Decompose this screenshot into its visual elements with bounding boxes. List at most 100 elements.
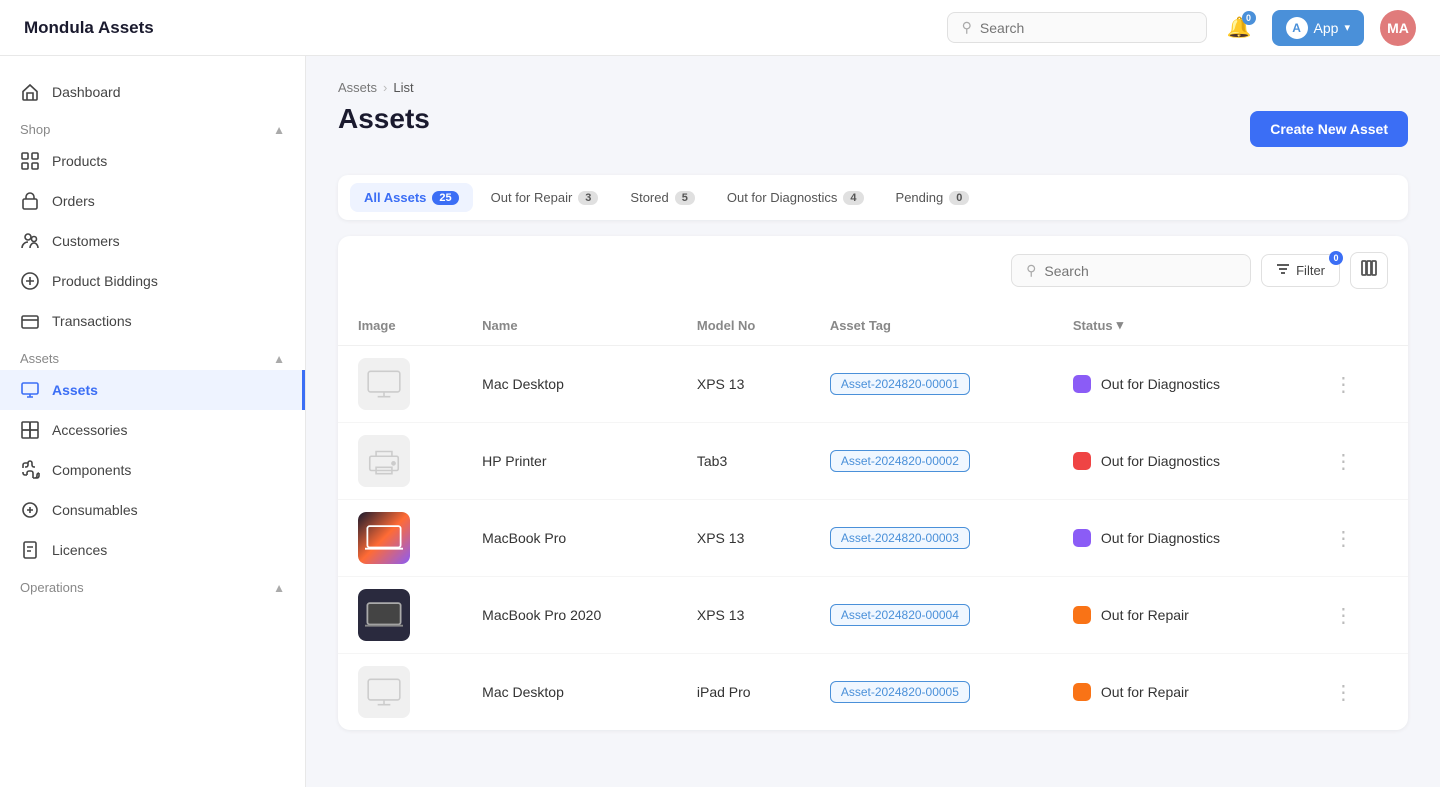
table-row: MacBook Pro 2020 XPS 13 Asset-2024820-00… <box>338 577 1408 654</box>
columns-button[interactable] <box>1350 252 1388 289</box>
sidebar-item-components[interactable]: Components <box>0 450 305 490</box>
user-avatar[interactable]: MA <box>1380 10 1416 46</box>
table-row: MacBook Pro XPS 13 Asset-2024820-00003 O… <box>338 500 1408 577</box>
sidebar-section-shop: Shop ▲ <box>0 112 305 141</box>
asset-thumbnail <box>358 589 410 641</box>
tab-pending[interactable]: Pending 0 <box>882 183 984 212</box>
cell-model: XPS 13 <box>677 577 810 654</box>
asset-thumbnail <box>358 512 410 564</box>
asset-table: Image Name Model No Asset Tag Status ▾ <box>338 305 1408 730</box>
cell-tag: Asset-2024820-00001 <box>810 346 1053 423</box>
table-search-icon: ⚲ <box>1026 262 1036 279</box>
row-more-button[interactable]: ⋮ <box>1325 522 1361 555</box>
sidebar-item-licences-label: Licences <box>52 542 107 558</box>
global-search-input[interactable] <box>980 20 1192 36</box>
main-content: Assets › List Assets Create New Asset Al… <box>306 56 1440 787</box>
table-toolbar: ⚲ Filter 0 <box>338 236 1408 305</box>
global-search-bar[interactable]: ⚲ <box>947 12 1207 43</box>
sidebar-item-components-label: Components <box>52 462 131 478</box>
top-bar: Mondula Assets ⚲ 🔔 0 A App ▾ MA <box>0 0 1440 56</box>
sidebar-item-product-biddings[interactable]: Product Biddings <box>0 261 305 301</box>
breadcrumb: Assets › List <box>338 80 1408 95</box>
cell-actions: ⋮ <box>1305 423 1408 500</box>
sidebar-item-products[interactable]: Products <box>0 141 305 181</box>
asset-thumbnail <box>358 666 410 718</box>
sidebar-item-orders[interactable]: Orders <box>0 181 305 221</box>
page-title: Assets <box>338 103 430 135</box>
tab-all-assets[interactable]: All Assets 25 <box>350 183 473 212</box>
notification-button[interactable]: 🔔 0 <box>1223 11 1256 44</box>
status-dot <box>1073 529 1091 547</box>
cell-model: Tab3 <box>677 423 810 500</box>
tab-all-assets-badge: 25 <box>432 191 458 205</box>
sidebar-item-accessories-label: Accessories <box>52 422 127 438</box>
sidebar-item-assets[interactable]: Assets <box>0 370 305 410</box>
status-dot <box>1073 683 1091 701</box>
col-status-label: Status <box>1073 318 1113 333</box>
app-switcher-button[interactable]: A App ▾ <box>1272 10 1364 46</box>
sidebar-item-product-biddings-label: Product Biddings <box>52 273 158 289</box>
status-cell: Out for Diagnostics <box>1073 452 1285 470</box>
row-more-button[interactable]: ⋮ <box>1325 368 1361 401</box>
operations-chevron-icon: ▲ <box>273 581 285 595</box>
table-row: HP Printer Tab3 Asset-2024820-00002 Out … <box>338 423 1408 500</box>
filter-count-badge: 0 <box>1329 251 1343 265</box>
tab-all-assets-label: All Assets <box>364 190 426 205</box>
cell-tag: Asset-2024820-00002 <box>810 423 1053 500</box>
row-more-button[interactable]: ⋮ <box>1325 599 1361 632</box>
status-cell: Out for Repair <box>1073 683 1285 701</box>
cell-status: Out for Diagnostics <box>1053 346 1305 423</box>
filter-icon <box>1276 262 1290 279</box>
status-dot <box>1073 375 1091 393</box>
sidebar-item-customers[interactable]: Customers <box>0 221 305 261</box>
puzzle-icon <box>20 460 40 480</box>
sidebar-item-transactions[interactable]: Transactions <box>0 301 305 341</box>
asset-tag-pill: Asset-2024820-00002 <box>830 450 970 472</box>
grid-icon <box>20 151 40 171</box>
tab-stored-label: Stored <box>630 190 668 205</box>
sidebar-item-consumables[interactable]: Consumables <box>0 490 305 530</box>
tab-out-for-diagnostics-badge: 4 <box>843 191 863 205</box>
tab-stored[interactable]: Stored 5 <box>616 183 708 212</box>
sidebar-item-licences[interactable]: Licences <box>0 530 305 570</box>
row-more-button[interactable]: ⋮ <box>1325 676 1361 709</box>
breadcrumb-current: List <box>393 80 413 95</box>
cell-model: XPS 13 <box>677 346 810 423</box>
shop-section-label: Shop <box>20 122 50 137</box>
sidebar-item-dashboard[interactable]: Dashboard <box>0 72 305 112</box>
tab-out-for-diagnostics[interactable]: Out for Diagnostics 4 <box>713 183 878 212</box>
table-search-bar[interactable]: ⚲ <box>1011 254 1251 287</box>
table-search-input[interactable] <box>1044 263 1236 279</box>
table-header-row: Image Name Model No Asset Tag Status ▾ <box>338 305 1408 346</box>
col-actions <box>1305 305 1408 346</box>
asset-tag-pill: Asset-2024820-00001 <box>830 373 970 395</box>
cell-name: Mac Desktop <box>462 346 677 423</box>
sidebar-item-transactions-label: Transactions <box>52 313 132 329</box>
status-cell: Out for Diagnostics <box>1073 375 1285 393</box>
asset-table-container: ⚲ Filter 0 <box>338 236 1408 730</box>
col-model: Model No <box>677 305 810 346</box>
shop-chevron-icon: ▲ <box>273 123 285 137</box>
cell-tag: Asset-2024820-00003 <box>810 500 1053 577</box>
status-label: Out for Repair <box>1101 684 1189 700</box>
cell-status: Out for Repair <box>1053 654 1305 731</box>
col-name: Name <box>462 305 677 346</box>
col-tag: Asset Tag <box>810 305 1053 346</box>
tab-pending-badge: 0 <box>949 191 969 205</box>
asset-tag-pill: Asset-2024820-00005 <box>830 681 970 703</box>
top-bar-right: ⚲ 🔔 0 A App ▾ MA <box>947 10 1416 46</box>
col-status[interactable]: Status ▾ <box>1053 305 1305 346</box>
tab-out-for-repair[interactable]: Out for Repair 3 <box>477 183 613 212</box>
row-more-button[interactable]: ⋮ <box>1325 445 1361 478</box>
cell-image <box>338 577 462 654</box>
tab-pending-label: Pending <box>896 190 944 205</box>
app-layout: Mondula Assets ⚲ 🔔 0 A App ▾ MA <box>0 0 1440 787</box>
sidebar-item-accessories[interactable]: Accessories <box>0 410 305 450</box>
page-header: Assets Create New Asset <box>338 103 1408 155</box>
tab-out-for-repair-label: Out for Repair <box>491 190 573 205</box>
cell-name: HP Printer <box>462 423 677 500</box>
create-new-asset-button[interactable]: Create New Asset <box>1250 111 1408 147</box>
filter-button[interactable]: Filter 0 <box>1261 254 1340 287</box>
app-logo: Mondula Assets <box>24 18 154 38</box>
cell-actions: ⋮ <box>1305 500 1408 577</box>
